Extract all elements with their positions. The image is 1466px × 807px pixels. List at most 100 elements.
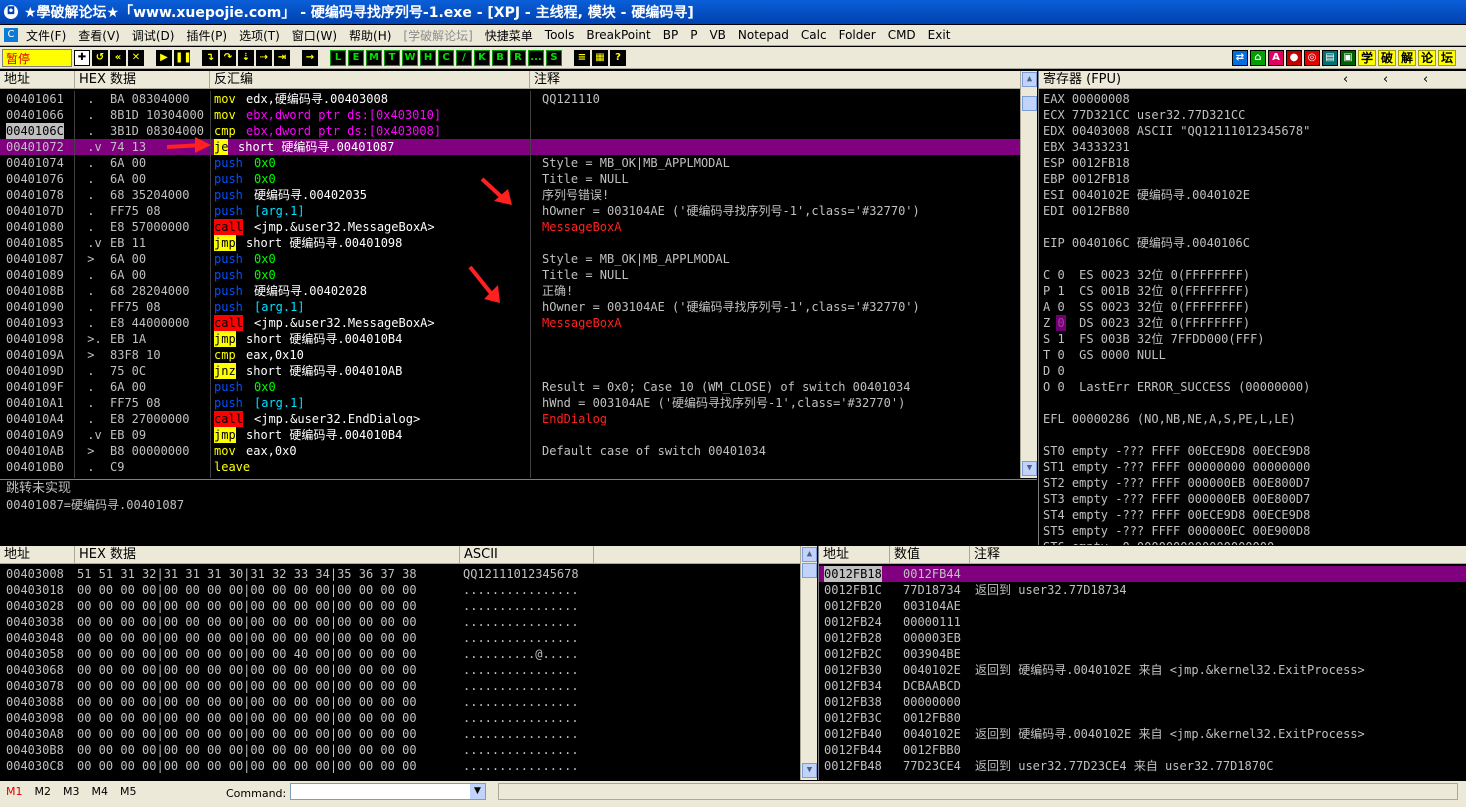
register-line[interactable]: EIP 0040106C 硬编码寻.0040106C	[1043, 235, 1250, 251]
record-icon[interactable]: ●	[1286, 49, 1302, 66]
register-line[interactable]: ESI 0040102E 硬编码寻.0040102E	[1043, 187, 1250, 203]
stack-col-addr[interactable]: 地址	[819, 546, 890, 564]
table-row[interactable]: 004030B8 00 00 00 00|00 00 00 00|00 00 00…	[0, 742, 800, 758]
menu-item-8[interactable]: 快捷菜单	[479, 27, 539, 44]
register-line[interactable]: Z 0 DS 0023 32位 0(FFFFFFFF)	[1043, 315, 1250, 331]
scroll-up-icon[interactable]: ▲	[802, 547, 817, 562]
menu-item-10[interactable]: BreakPoint	[580, 28, 656, 42]
goto-icon[interactable]: →	[302, 49, 318, 66]
table-row[interactable]: 0012FB40 0040102E 返回到 硬编码寻.0040102E 来自 <jm…	[819, 726, 1466, 742]
forum-button-0[interactable]: 学	[1358, 49, 1376, 66]
window-button-9[interactable]: B	[492, 49, 508, 66]
register-line[interactable]: ST3 empty -??? FFFF 000000EB 00E800D7	[1043, 491, 1310, 507]
table-row[interactable]: 00403098 00 00 00 00|00 00 00 00|00 00 00…	[0, 710, 800, 726]
menu-item-16[interactable]: Folder	[833, 28, 882, 42]
memory-tab-1[interactable]: M2	[35, 785, 52, 798]
menu-item-17[interactable]: CMD	[882, 28, 922, 42]
scroll-up-icon[interactable]: ▲	[1022, 72, 1037, 87]
window-button-0[interactable]: L	[330, 49, 346, 66]
window-button-3[interactable]: T	[384, 49, 400, 66]
memory-icon[interactable]: ▤	[1322, 49, 1338, 66]
forum-button-1[interactable]: 破	[1378, 49, 1396, 66]
register-line[interactable]: T 0 GS 0000 NULL	[1043, 347, 1166, 363]
forum-button-3[interactable]: 论	[1418, 49, 1436, 66]
memory-tab-3[interactable]: M4	[92, 785, 109, 798]
register-line[interactable]: C 0 ES 0023 32位 0(FFFFFFFF)	[1043, 267, 1250, 283]
table-row[interactable]: 00403078 00 00 00 00|00 00 00 00|00 00 00…	[0, 678, 800, 694]
table-row[interactable]: 00401090 . FF75 08 push [arg.1] hOwner = 003…	[0, 299, 1020, 315]
col-hex[interactable]: HEX 数据	[75, 70, 210, 89]
register-line[interactable]: ST5 empty -??? FFFF 000000EC 00E900D8	[1043, 523, 1310, 539]
window-button-2[interactable]: M	[366, 49, 382, 66]
table-row[interactable]: 00403068 00 00 00 00|00 00 00 00|00 00 00…	[0, 662, 800, 678]
table-row[interactable]: 0040109D . 75 0C jnz short 硬编码寻.004010AB	[0, 363, 1020, 379]
table-row[interactable]: 00401085 .v EB 11 jmp short 硬编码寻.00401098	[0, 235, 1020, 251]
list-icon[interactable]: ≡	[574, 49, 590, 66]
register-line[interactable]: EAX 00000008	[1043, 91, 1130, 107]
table-row[interactable]: 00401061 . BA 08304000 mov edx,硬编码寻.0040300…	[0, 91, 1020, 107]
refresh-icon[interactable]: ⇄	[1232, 49, 1248, 66]
register-line[interactable]: S 1 FS 003B 32位 7FFDD000(FFF)	[1043, 331, 1265, 347]
register-line[interactable]: ECX 77D321CC user32.77D321CC	[1043, 107, 1245, 123]
table-row[interactable]: 00403088 00 00 00 00|00 00 00 00|00 00 00…	[0, 694, 800, 710]
registers-title[interactable]: 寄存器 (FPU)	[1039, 71, 1339, 89]
register-line[interactable]: EBX 34333231	[1043, 139, 1130, 155]
register-line[interactable]: D 0	[1043, 363, 1065, 379]
menu-item-5[interactable]: 窗口(W)	[286, 27, 343, 44]
scroll-thumb[interactable]	[802, 563, 817, 578]
col-disasm[interactable]: 反汇编	[210, 70, 530, 89]
back-icon[interactable]: «	[110, 49, 126, 66]
open-icon[interactable]: ✚	[74, 49, 90, 66]
app-icon[interactable]: ◘	[4, 5, 18, 19]
memory-tab-2[interactable]: M3	[63, 785, 80, 798]
reg-prev-icon[interactable]: ‹	[1339, 71, 1379, 89]
menu-item-13[interactable]: VB	[703, 28, 731, 42]
table-row[interactable]: 00403018 00 00 00 00|00 00 00 00|00 00 00…	[0, 582, 800, 598]
window-button-6[interactable]: C	[438, 49, 454, 66]
menu-item-0[interactable]: 文件(F)	[20, 27, 72, 44]
disassembly-scrollbar[interactable]: ▲ ▼	[1020, 71, 1037, 478]
trace-into-icon[interactable]: ⇣	[238, 49, 254, 66]
window-button-4[interactable]: W	[402, 49, 418, 66]
table-row[interactable]: 00401080 . E8 57000000 call <jmp.&user32.Me…	[0, 219, 1020, 235]
restart-icon[interactable]: ↺	[92, 49, 108, 66]
scroll-thumb[interactable]	[1022, 96, 1037, 111]
table-row[interactable]: 00401074 . 6A 00 push 0x0 Style = MB_OK|MB_A…	[0, 155, 1020, 171]
patch-icon[interactable]: ▣	[1340, 49, 1356, 66]
menu-item-1[interactable]: 查看(V)	[72, 27, 126, 44]
chevron-down-icon[interactable]: ▼	[470, 784, 485, 799]
register-line[interactable]: ST0 empty -??? FFFF 00ECE9D8 00ECE9D8	[1043, 443, 1310, 459]
font-icon[interactable]: A	[1268, 49, 1284, 66]
menu-item-11[interactable]: BP	[657, 28, 684, 42]
table-row[interactable]: 0012FB24 00000111	[819, 614, 1466, 630]
table-row[interactable]: 0012FB38 00000000	[819, 694, 1466, 710]
target-icon[interactable]: ◎	[1304, 49, 1320, 66]
menu-item-12[interactable]: P	[684, 28, 703, 42]
register-line[interactable]: ST4 empty -??? FFFF 00ECE9D8 00ECE9D8	[1043, 507, 1310, 523]
menu-item-2[interactable]: 调试(D)	[126, 27, 181, 44]
table-row[interactable]: 0012FB20 003104AE	[819, 598, 1466, 614]
table-row[interactable]: 004010AB > B8 00000000 mov eax,0x0 Default c…	[0, 443, 1020, 459]
pause-icon[interactable]: ❚❚	[174, 49, 192, 66]
col-addr[interactable]: 地址	[0, 70, 75, 89]
register-line[interactable]: P 1 CS 001B 32位 0(FFFFFFFF)	[1043, 283, 1250, 299]
window-button-12[interactable]: S	[546, 49, 562, 66]
register-line[interactable]: EDX 00403008 ASCII "QQ12111012345678"	[1043, 123, 1310, 139]
table-row[interactable]: 0012FB30 0040102E 返回到 硬编码寻.0040102E 来自 <jm…	[819, 662, 1466, 678]
window-button-5[interactable]: H	[420, 49, 436, 66]
forum-button-2[interactable]: 解	[1398, 49, 1416, 66]
window-button-11[interactable]: ...	[528, 49, 544, 66]
table-row[interactable]: 00403008 51 51 31 32|31 31 31 30|31 32 33…	[0, 566, 800, 582]
table-row[interactable]: 00401087 >6A 00 push 0x0 Style = MB_OK|MB_A…	[0, 251, 1020, 267]
table-row[interactable]: 00401093 . E8 44000000 call <jmp.&user32.Me…	[0, 315, 1020, 331]
table-row[interactable]: 0012FB34 DCBAABCD	[819, 678, 1466, 694]
table-row[interactable]: 004010A4 . E8 27000000 call <jmp.&user32.En…	[0, 411, 1020, 427]
table-row[interactable]: 0040109F . 6A 00 push 0x0 Result = 0x0; Case…	[0, 379, 1020, 395]
window-button-7[interactable]: /	[456, 49, 472, 66]
close-icon[interactable]: ✕	[128, 49, 144, 66]
menu-item-14[interactable]: Notepad	[732, 28, 795, 42]
table-row[interactable]: 00401098 >. EB 1A jmp short 硬编码寻.004010B4	[0, 331, 1020, 347]
menu-item-6[interactable]: 帮助(H)	[343, 27, 397, 44]
register-line[interactable]: EFL 00000286 (NO,NB,NE,A,S,PE,L,LE)	[1043, 411, 1296, 427]
step-over-icon[interactable]: ↷	[220, 49, 236, 66]
